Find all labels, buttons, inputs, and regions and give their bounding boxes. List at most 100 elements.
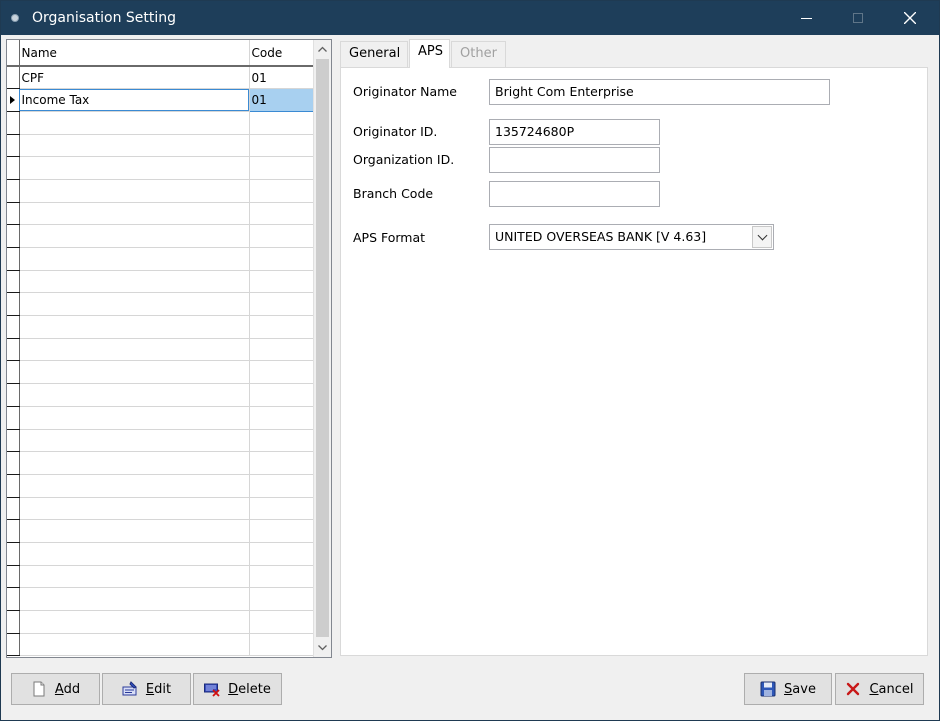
empty-table-row [7, 610, 315, 634]
aps-tab-panel: Originator Name Bright Com Enterprise Or… [340, 67, 928, 656]
empty-cell [19, 542, 250, 566]
tab-general[interactable]: General [340, 41, 408, 67]
empty-cell [19, 587, 250, 611]
edit-pencil-icon [122, 681, 137, 696]
empty-cell [19, 315, 250, 339]
minimize-button[interactable] [783, 1, 829, 35]
empty-table-row [7, 565, 315, 589]
edit-button[interactable]: Edit [102, 673, 191, 705]
empty-cell [249, 315, 315, 339]
empty-table-row [7, 383, 315, 407]
title-bar[interactable]: Organisation Setting [1, 1, 939, 35]
cell-code[interactable]: 01 [249, 66, 315, 90]
empty-cell [19, 247, 250, 271]
maximize-button [835, 1, 881, 35]
empty-cell [249, 224, 315, 248]
empty-cell [19, 202, 250, 226]
cell-name[interactable]: Income Tax [19, 88, 250, 112]
column-header-name[interactable]: Name [19, 40, 250, 67]
chevron-up-icon [318, 46, 327, 52]
empty-cell [19, 156, 250, 180]
organization-id-field[interactable] [489, 147, 660, 173]
empty-cell [249, 202, 315, 226]
empty-cell [249, 429, 315, 453]
empty-cell [19, 497, 250, 521]
empty-cell [19, 610, 250, 634]
empty-cell [19, 633, 250, 657]
empty-table-row [7, 292, 315, 317]
edit-label: Edit [145, 681, 172, 697]
organisation-grid[interactable]: Name Code CPF 01 Income Tax 01 [6, 39, 332, 658]
row-indicator [7, 519, 20, 543]
row-indicator [7, 292, 20, 317]
row-indicator [7, 270, 20, 294]
row-indicator [7, 156, 20, 180]
scroll-thumb[interactable] [316, 59, 329, 637]
empty-cell [19, 270, 250, 294]
empty-cell [19, 111, 250, 135]
row-indicator [7, 247, 20, 271]
aps-format-dropdown-button[interactable] [752, 226, 772, 248]
scroll-up-button[interactable] [314, 40, 331, 58]
row-indicator [7, 565, 20, 589]
save-button[interactable]: Save [744, 673, 832, 705]
aps-format-value: UNITED OVERSEAS BANK [V 4.63] [495, 229, 707, 244]
table-row[interactable]: CPF 01 [7, 66, 315, 90]
row-indicator [7, 360, 20, 385]
empty-cell [249, 111, 315, 135]
originator-id-field[interactable]: 135724680P [489, 119, 660, 145]
empty-cell [249, 360, 315, 385]
organisation-setting-window: Organisation Setting Name Code CPF 01 In… [0, 0, 940, 721]
row-indicator [7, 587, 20, 611]
empty-table-row [7, 497, 315, 521]
close-button[interactable] [887, 1, 933, 35]
empty-cell [19, 383, 250, 407]
add-button[interactable]: Add [11, 673, 100, 705]
row-indicator-header [7, 40, 20, 67]
delete-button[interactable]: Delete [193, 673, 282, 705]
empty-table-row [7, 451, 315, 475]
empty-cell [249, 247, 315, 271]
table-row-selected[interactable]: Income Tax 01 [7, 88, 315, 112]
empty-cell [19, 134, 250, 158]
row-indicator [7, 542, 20, 566]
empty-cell [249, 610, 315, 634]
chevron-down-icon [757, 230, 767, 240]
cell-name[interactable]: CPF [19, 66, 250, 90]
empty-table-row [7, 111, 315, 135]
organization-id-label: Organization ID. [353, 152, 455, 167]
add-label: Add [54, 681, 81, 697]
empty-table-row [7, 338, 315, 362]
branch-code-field[interactable] [489, 181, 660, 207]
cancel-button[interactable]: Cancel [835, 673, 924, 705]
empty-cell [19, 429, 250, 453]
row-indicator [7, 610, 20, 634]
empty-cell [249, 292, 315, 317]
empty-table-row [7, 429, 315, 453]
row-indicator [7, 179, 20, 203]
cell-code[interactable]: 01 [248, 88, 315, 112]
empty-cell [249, 519, 315, 543]
row-indicator [7, 315, 20, 339]
empty-cell [249, 451, 315, 475]
empty-cell [19, 292, 250, 317]
aps-format-label: APS Format [353, 230, 426, 245]
empty-cell [249, 406, 315, 430]
grid-vertical-scrollbar[interactable] [313, 40, 331, 657]
empty-cell [249, 633, 315, 657]
empty-cell [19, 360, 250, 385]
column-header-code[interactable]: Code [249, 40, 315, 67]
row-indicator [7, 497, 20, 521]
empty-table-row [7, 587, 315, 611]
red-x-icon [847, 682, 860, 696]
originator-name-field[interactable]: Bright Com Enterprise [489, 79, 830, 105]
save-label: Save [784, 681, 816, 697]
empty-cell [19, 179, 250, 203]
scroll-down-button[interactable] [314, 639, 331, 657]
aps-format-select[interactable]: UNITED OVERSEAS BANK [V 4.63] [489, 224, 774, 250]
empty-cell [249, 134, 315, 158]
empty-table-row [7, 542, 315, 566]
tab-aps[interactable]: APS [409, 39, 450, 68]
empty-cell [249, 179, 315, 203]
empty-table-row [7, 247, 315, 271]
